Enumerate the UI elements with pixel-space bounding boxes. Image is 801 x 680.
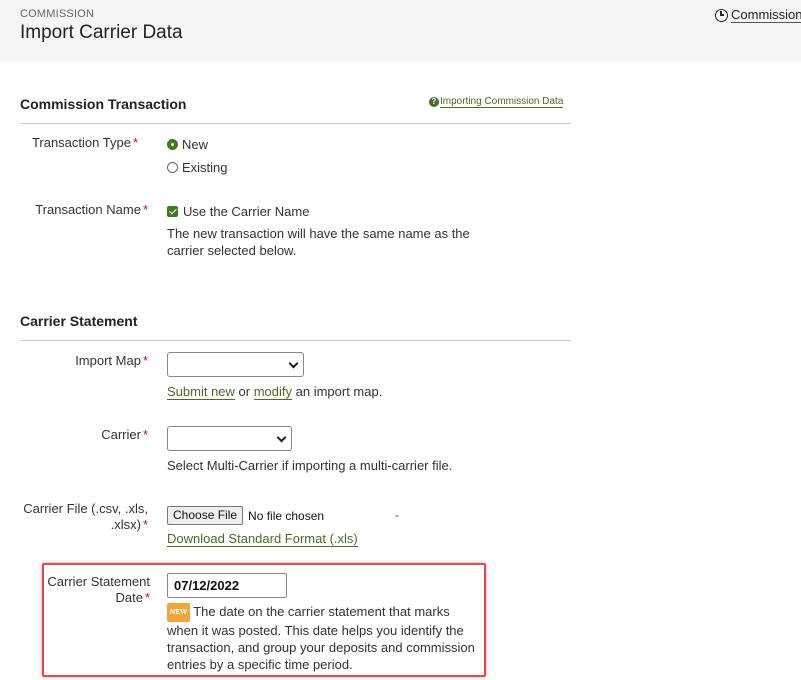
download-format-wrap: Download Standard Format (.xls) [167, 530, 358, 547]
carrier-label-text: Carrier [101, 427, 141, 442]
file-status: No file chosen [248, 508, 325, 523]
transaction-name-label: Transaction Name * [35, 202, 148, 218]
required-asterisk: * [142, 353, 148, 368]
commission-history-link[interactable]: Commission [715, 7, 801, 23]
required-asterisk: * [144, 590, 150, 605]
radio-new[interactable]: New [167, 137, 208, 152]
import-map-help: Submit new or modify an import map. [167, 383, 382, 400]
question-circle-icon: ? [429, 97, 439, 107]
importing-help-label: Importing Commission Data [440, 96, 564, 108]
download-standard-format-link[interactable]: Download Standard Format (.xls) [167, 531, 358, 547]
import-map-or-text: or [234, 384, 254, 399]
required-asterisk: * [142, 427, 148, 442]
radio-unselected-icon [167, 162, 178, 173]
import-map-label: Import Map * [75, 353, 148, 369]
statement-date-label: Carrier Statement Date * [47, 574, 150, 606]
breadcrumb[interactable]: COMMISSION [20, 8, 94, 20]
radio-selected-icon [167, 139, 178, 150]
carrier-help: Select Multi-Carrier if importing a mult… [167, 458, 453, 473]
radio-existing-label: Existing [182, 160, 228, 175]
importing-help-link[interactable]: ? Importing Commission Data [429, 96, 564, 108]
import-map-select[interactable] [167, 352, 304, 377]
transaction-type-label-text: Transaction Type [31, 135, 131, 150]
statement-date-help: NEW The date on the carrier statement tha… [167, 603, 482, 673]
import-map-label-text: Import Map [75, 353, 141, 368]
section-divider [20, 123, 571, 124]
file-dash: - [395, 508, 399, 522]
carrier-label: Carrier * [101, 427, 148, 443]
carrier-file-input[interactable]: Choose File No file chosen [167, 506, 324, 525]
required-asterisk: * [142, 202, 148, 217]
submit-new-link[interactable]: Submit new [167, 384, 235, 400]
required-asterisk: * [132, 135, 138, 150]
use-carrier-name-checkbox[interactable]: Use the Carrier Name [167, 204, 309, 219]
new-badge: NEW [167, 603, 191, 622]
use-carrier-name-label: Use the Carrier Name [183, 204, 310, 219]
radio-new-label: New [182, 137, 209, 152]
import-map-tail-text: an import map. [292, 384, 383, 399]
page-header: COMMISSION Import Carrier Data Commissio… [0, 0, 801, 62]
statement-date-input[interactable]: 07/12/2022 [167, 573, 287, 598]
transaction-name-label-text: Transaction Name [35, 202, 141, 217]
carrier-select[interactable] [167, 426, 292, 451]
carrier-file-label-line2: .xlsx) [110, 517, 141, 532]
clock-icon [715, 8, 728, 22]
chevron-down-icon [288, 358, 299, 369]
choose-file-button[interactable]: Choose File [167, 506, 244, 525]
statement-date-label-line1: Carrier Statement [47, 574, 150, 589]
section-divider [20, 340, 571, 341]
carrier-file-label-line1: Carrier File (.csv, .xls, [23, 501, 148, 516]
transaction-type-label: Transaction Type * [32, 135, 138, 151]
statement-date-help-text: The date on the carrier statement that m… [167, 604, 475, 672]
modify-link[interactable]: modify [253, 384, 293, 400]
transaction-name-help: The new transaction will have the same n… [167, 226, 470, 258]
required-asterisk: * [142, 517, 148, 532]
carrier-file-label: Carrier File (.csv, .xls, .xlsx) * [23, 501, 148, 533]
radio-existing[interactable]: Existing [167, 160, 228, 175]
section-title-carrier-statement: Carrier Statement [20, 313, 138, 329]
commission-history-label: Commission [731, 7, 801, 23]
checkbox-checked-icon [167, 206, 178, 217]
page-title: Import Carrier Data [20, 22, 183, 43]
chevron-down-icon [276, 432, 287, 443]
section-title-commission-transaction: Commission Transaction [20, 96, 187, 112]
statement-date-label-line2: Date [115, 590, 143, 605]
